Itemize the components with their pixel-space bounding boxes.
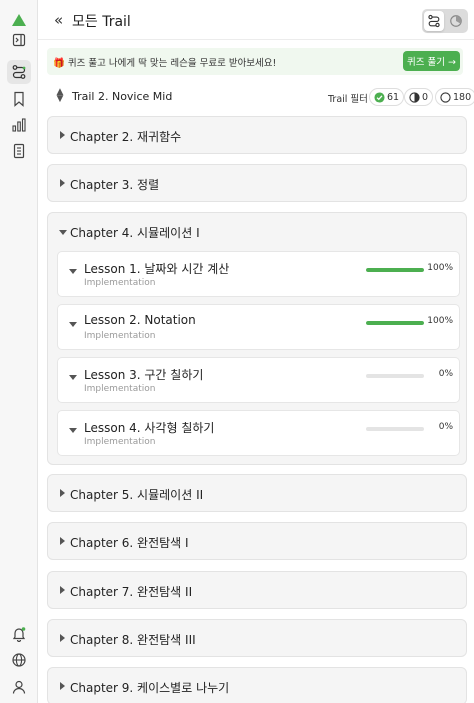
chapter-item[interactable]: Chapter 9. 케이스별로 나누기	[47, 667, 467, 703]
chapter-title: Chapter 2. 재귀함수	[70, 130, 182, 144]
lesson-tag: Implementation	[84, 331, 156, 341]
chevron-right-icon	[60, 131, 65, 139]
quiz-banner: 🎁 퀴즈 풀고 나에게 딱 맞는 레슨을 무료로 받아보세요! 퀴즈 풀기 →	[47, 48, 463, 75]
route-icon[interactable]	[7, 60, 31, 84]
lesson-progress-label: 0%	[438, 422, 453, 432]
main-panel: « 모든 Trail 🎁 퀴즈 풀고 나에게 딱 맞는 레슨을 무료로 받아보세…	[38, 0, 474, 703]
filter-completed-count: 61	[387, 91, 400, 103]
chevron-right-icon	[60, 489, 65, 497]
chapter-title: Chapter 9. 케이스별로 나누기	[70, 681, 230, 695]
bookmark-icon[interactable]	[7, 87, 31, 111]
panel-toggle-icon[interactable]	[7, 28, 31, 52]
chapter-title: Chapter 7. 완전탐색 II	[70, 585, 193, 599]
chapter-item[interactable]: Chapter 7. 완전탐색 II	[47, 571, 467, 609]
filter-not-started-count: 180	[453, 91, 472, 103]
page-title: 모든 Trail	[72, 14, 131, 30]
chapter-item[interactable]: Chapter 6. 완전탐색 I	[47, 522, 467, 560]
chapter-title: Chapter 5. 시뮬레이션 II	[70, 488, 204, 502]
user-icon[interactable]	[7, 675, 31, 699]
half-circle-icon	[409, 91, 420, 103]
lesson-progress-label: 100%	[427, 263, 453, 273]
filter-in-progress-count: 0	[422, 91, 429, 103]
top-bar: « 모든 Trail	[38, 0, 474, 40]
lesson-item[interactable]: Lesson 4. 사각형 칠하기 Implementation 0%	[57, 410, 460, 456]
view-toggle[interactable]	[422, 9, 468, 33]
check-circle-icon	[374, 91, 385, 103]
chapter-item[interactable]: Chapter 5. 시뮬레이션 II	[47, 474, 467, 512]
lesson-progress-bar	[366, 268, 424, 272]
trail-header: ▲ ▼ Trail 2. Novice Mid Trail 필터 61 0 180	[38, 84, 474, 110]
trail-name[interactable]: Trail 2. Novice Mid	[72, 90, 172, 103]
chapter-title: Chapter 8. 완전탐색 III	[70, 633, 196, 647]
lesson-progress-bar	[366, 374, 424, 378]
chevron-right-icon	[60, 586, 65, 594]
chevron-right-icon	[60, 179, 65, 187]
timer-view-icon[interactable]	[446, 11, 466, 31]
chevron-right-icon	[69, 375, 77, 380]
filter-in-progress[interactable]: 0	[404, 88, 434, 106]
globe-icon[interactable]	[7, 648, 31, 672]
chevron-right-icon	[60, 634, 65, 642]
route-view-icon[interactable]	[424, 11, 444, 31]
chevron-right-icon	[60, 537, 65, 545]
chapter-item[interactable]: Chapter 8. 완전탐색 III	[47, 619, 467, 657]
bar-chart-icon[interactable]	[7, 113, 31, 137]
double-chevron-left-icon[interactable]: «	[54, 11, 63, 29]
chapter-title: Chapter 4. 시뮬레이션 I	[70, 226, 200, 240]
chevron-right-icon	[69, 428, 77, 433]
lesson-title: Lesson 1. 날짜와 시간 계산	[84, 262, 230, 276]
lesson-progress-label: 100%	[427, 316, 453, 326]
quiz-button[interactable]: 퀴즈 풀기 →	[403, 51, 460, 71]
chevron-down-icon	[59, 230, 67, 235]
lesson-tag: Implementation	[84, 278, 156, 288]
lesson-progress-bar	[366, 321, 424, 325]
empty-circle-icon	[440, 91, 451, 103]
chapter-item-expanded[interactable]: Chapter 4. 시뮬레이션 I Lesson 1. 날짜와 시간 계산 I…	[47, 212, 467, 465]
lesson-item[interactable]: Lesson 1. 날짜와 시간 계산 Implementation 100%	[57, 251, 460, 297]
lesson-progress-label: 0%	[438, 369, 453, 379]
sort-updown-icon[interactable]: ▲ ▼	[56, 88, 64, 104]
lesson-title: Lesson 2. Notation	[84, 313, 196, 327]
chevron-right-icon	[69, 322, 77, 327]
lesson-item[interactable]: Lesson 2. Notation Implementation 100%	[57, 304, 460, 350]
bell-icon[interactable]	[7, 622, 31, 646]
chapter-title: Chapter 6. 완전탐색 I	[70, 536, 189, 550]
trail-filter-label: Trail 필터	[328, 94, 368, 105]
lesson-title: Lesson 4. 사각형 칠하기	[84, 421, 215, 435]
filter-not-started[interactable]: 180	[435, 88, 474, 106]
lesson-progress-bar	[366, 427, 424, 431]
chapter-item[interactable]: Chapter 3. 정렬	[47, 164, 467, 202]
chapter-list: Chapter 2. 재귀함수 Chapter 3. 정렬 Chapter 4.…	[47, 116, 467, 703]
lesson-title: Lesson 3. 구간 칠하기	[84, 368, 204, 382]
banner-text: 🎁 퀴즈 풀고 나에게 딱 맞는 레슨을 무료로 받아보세요!	[53, 58, 277, 69]
lesson-tag: Implementation	[84, 437, 156, 447]
chevron-right-icon	[69, 269, 77, 274]
chevron-right-icon	[60, 682, 65, 690]
document-icon[interactable]	[7, 139, 31, 163]
chapter-item[interactable]: Chapter 2. 재귀함수	[47, 116, 467, 154]
chapter-title: Chapter 3. 정렬	[70, 178, 160, 192]
left-rail	[0, 0, 38, 703]
lesson-tag: Implementation	[84, 384, 156, 394]
lesson-item[interactable]: Lesson 3. 구간 칠하기 Implementation 0%	[57, 357, 460, 403]
filter-completed[interactable]: 61	[369, 88, 405, 106]
